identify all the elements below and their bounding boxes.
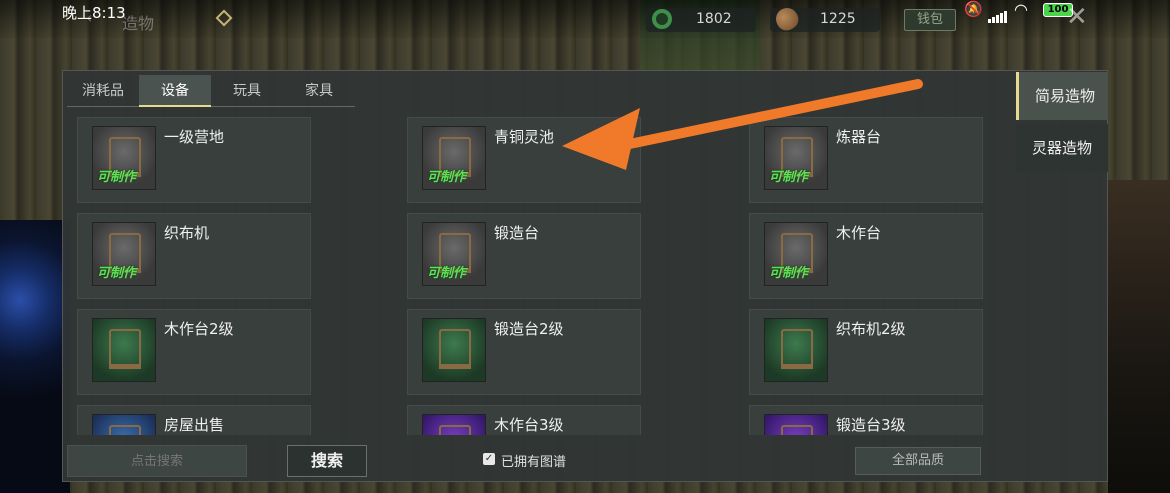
item-name: 锻造台 — [494, 224, 540, 242]
owned-label: 已拥有图谱 — [501, 455, 567, 470]
back-arrow-icon[interactable]: ‹ — [86, 8, 92, 27]
item-thumbnail — [422, 318, 486, 382]
item-thumbnail: 可制作 — [92, 126, 156, 190]
item-grid: 可制作 一级营地 可制作 青铜灵池 可制作 炼器台 可制作 织布机 可制作 锻造台 可制作 木作台 木作… — [67, 117, 1077, 435]
item-card[interactable]: 可制作 锻造台 — [407, 213, 641, 299]
diamond-icon — [215, 9, 233, 27]
craftable-label: 可制作 — [769, 266, 809, 281]
search-button[interactable]: 搜索 — [287, 445, 367, 477]
wifi-icon: ◠ — [1014, 0, 1028, 19]
craftable-label: 可制作 — [427, 266, 467, 281]
item-card[interactable]: 房屋出售 — [77, 405, 311, 435]
quality-select[interactable]: 全部品质 — [855, 447, 981, 475]
item-art-icon — [439, 329, 471, 369]
item-art-icon — [781, 329, 813, 369]
item-art-icon — [109, 329, 141, 369]
clock: 晚上8:13 — [62, 4, 126, 22]
item-art-icon — [781, 425, 813, 435]
item-thumbnail — [92, 318, 156, 382]
item-card[interactable]: 锻造台3级 — [749, 405, 983, 435]
item-name: 青铜灵池 — [494, 128, 555, 146]
item-card[interactable]: 锻造台2级 — [407, 309, 641, 395]
tab-equipment[interactable]: 设备 — [139, 75, 211, 107]
item-thumbnail: 可制作 — [764, 222, 828, 286]
side-tabs: 简易造物 灵器造物 — [1016, 72, 1108, 176]
background-scenery-right — [1108, 180, 1170, 493]
close-icon[interactable]: ✕ — [1066, 2, 1088, 32]
background-scenery-left — [0, 220, 70, 493]
tab-consumables[interactable]: 消耗品 — [67, 75, 139, 107]
category-tabs: 消耗品 设备 玩具 家具 — [67, 75, 355, 107]
item-name: 房屋出售 — [164, 416, 225, 434]
item-card[interactable]: 可制作 织布机 — [77, 213, 311, 299]
item-name: 织布机 — [164, 224, 210, 242]
side-tab-simple-craft[interactable]: 简易造物 — [1016, 72, 1108, 120]
signal-icon — [988, 4, 1008, 23]
item-card[interactable]: 木作台2级 — [77, 309, 311, 395]
bottom-bar: 搜索 ✓ 已拥有图谱 全部品质 — [63, 441, 1107, 481]
craftable-label: 可制作 — [427, 170, 467, 185]
owned-checkbox[interactable]: ✓ — [483, 453, 495, 465]
item-card[interactable]: 可制作 木作台 — [749, 213, 983, 299]
item-name: 木作台2级 — [164, 320, 234, 338]
item-card[interactable]: 可制作 青铜灵池 — [407, 117, 641, 203]
item-name: 木作台3级 — [494, 416, 564, 434]
item-thumbnail: 可制作 — [92, 222, 156, 286]
item-name: 锻造台2级 — [494, 320, 564, 338]
item-card[interactable]: 可制作 一级营地 — [77, 117, 311, 203]
craftable-label: 可制作 — [769, 170, 809, 185]
item-name: 织布机2级 — [836, 320, 906, 338]
item-name: 一级营地 — [164, 128, 225, 146]
search-input[interactable] — [67, 445, 247, 477]
seed-currency-value: 1225 — [820, 11, 856, 27]
item-thumbnail — [764, 318, 828, 382]
tab-furniture[interactable]: 家具 — [283, 75, 355, 107]
item-art-icon — [109, 425, 141, 435]
item-name: 木作台 — [836, 224, 882, 242]
item-card[interactable]: 木作台3级 — [407, 405, 641, 435]
item-art-icon — [439, 425, 471, 435]
craftable-label: 可制作 — [97, 170, 137, 185]
screen-title: 造物 — [122, 14, 155, 33]
item-thumbnail — [422, 414, 486, 435]
side-tab-spirit-craft[interactable]: 灵器造物 — [1016, 124, 1108, 172]
bell-muted-icon: 🔕 — [964, 0, 983, 18]
jade-coin-icon — [652, 9, 672, 29]
item-thumbnail: 可制作 — [422, 222, 486, 286]
craftable-label: 可制作 — [97, 266, 137, 281]
status-bar: 晚上8:13 ‹ 造物 1802 1225 钱包 🔕 ◠ 100 ✕ — [0, 0, 1170, 38]
jade-currency-value: 1802 — [696, 11, 732, 27]
item-name: 锻造台3级 — [836, 416, 906, 434]
item-thumbnail: 可制作 — [764, 126, 828, 190]
item-thumbnail — [92, 414, 156, 435]
wallet-button[interactable]: 钱包 — [904, 9, 956, 31]
item-thumbnail: 可制作 — [422, 126, 486, 190]
item-card[interactable]: 织布机2级 — [749, 309, 983, 395]
item-thumbnail — [764, 414, 828, 435]
tab-toys[interactable]: 玩具 — [211, 75, 283, 107]
crafting-panel: 消耗品 设备 玩具 家具 可制作 一级营地 可制作 青铜灵池 可制作 炼器台 可制作 织布机可… — [62, 70, 1108, 482]
item-name: 炼器台 — [836, 128, 882, 146]
item-card[interactable]: 可制作 炼器台 — [749, 117, 983, 203]
